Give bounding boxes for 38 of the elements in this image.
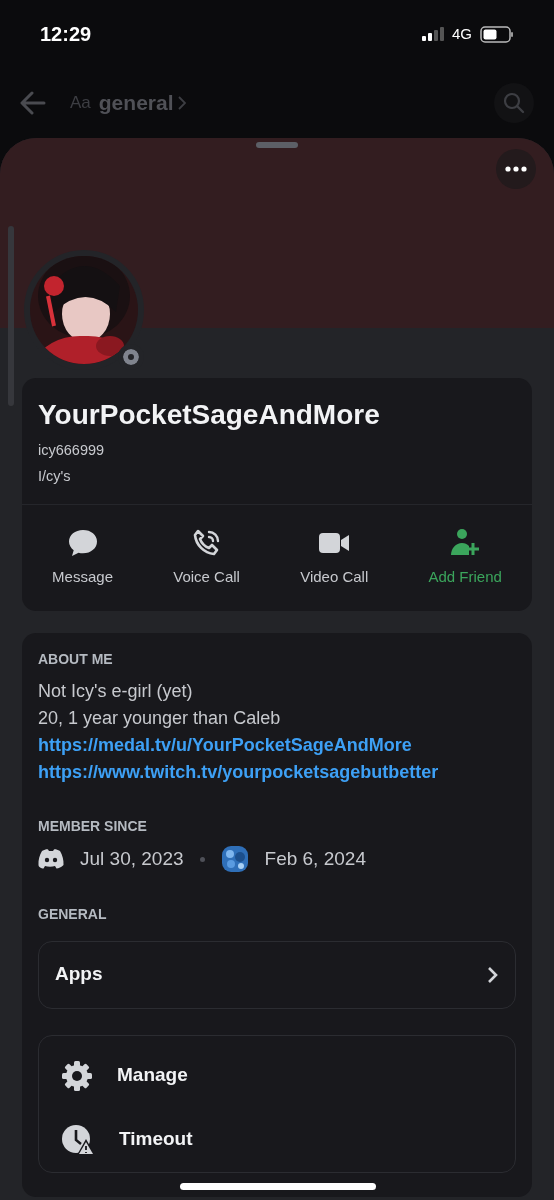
action-button[interactable]: Add Friend bbox=[420, 526, 510, 589]
profile-link[interactable]: https://www.twitch.tv/yourpocketsagebutbetter bbox=[38, 762, 439, 782]
action-button[interactable]: Voice Call bbox=[165, 526, 248, 589]
battery-icon bbox=[480, 25, 514, 43]
action-button[interactable]: Video Call bbox=[292, 526, 377, 589]
settings-icon bbox=[61, 1059, 93, 1092]
add-person-icon bbox=[449, 527, 482, 558]
pronouns: I/cy's bbox=[38, 466, 72, 486]
section-heading: GENERAL bbox=[38, 904, 108, 924]
chat-bubble-icon bbox=[67, 527, 98, 558]
clock-time: 12:29 bbox=[40, 22, 92, 47]
bio-text: 20, 1 year younger than Caleb bbox=[38, 707, 282, 730]
network-type: 4G bbox=[452, 23, 472, 44]
signal-icon bbox=[422, 27, 444, 41]
section-heading: MEMBER SINCE bbox=[38, 817, 148, 836]
clock-warning-icon bbox=[61, 1123, 95, 1156]
chevron-right-icon bbox=[177, 96, 186, 110]
menu-item[interactable]: Manage bbox=[55, 1043, 499, 1108]
member-date: Jul 30, 2023 bbox=[80, 847, 184, 871]
member-date: Feb 6, 2024 bbox=[264, 847, 366, 871]
more-icon bbox=[505, 166, 527, 172]
action-button[interactable]: Message bbox=[44, 526, 121, 589]
server-icon bbox=[220, 845, 249, 874]
drag-handle[interactable] bbox=[256, 142, 298, 148]
profile-link[interactable]: https://medal.tv/u/YourPocketSageAndMore bbox=[38, 735, 412, 755]
phone-icon bbox=[191, 527, 222, 558]
apps-row[interactable]: Apps bbox=[38, 940, 516, 1009]
search-button[interactable] bbox=[494, 83, 534, 123]
separator-dot bbox=[199, 856, 205, 862]
menu-item[interactable]: Timeout bbox=[55, 1107, 499, 1172]
chevron-right-icon bbox=[487, 965, 499, 984]
game-controller-icon bbox=[38, 849, 64, 870]
search-icon bbox=[503, 92, 525, 114]
display-name: YourPocketSageAndMore bbox=[38, 398, 381, 432]
bio-text: Not Icy's e-girl (yet) bbox=[38, 680, 194, 703]
section-heading: ABOUT ME bbox=[38, 650, 114, 669]
username: icy666999 bbox=[38, 441, 106, 460]
back-arrow-icon[interactable] bbox=[20, 91, 46, 115]
